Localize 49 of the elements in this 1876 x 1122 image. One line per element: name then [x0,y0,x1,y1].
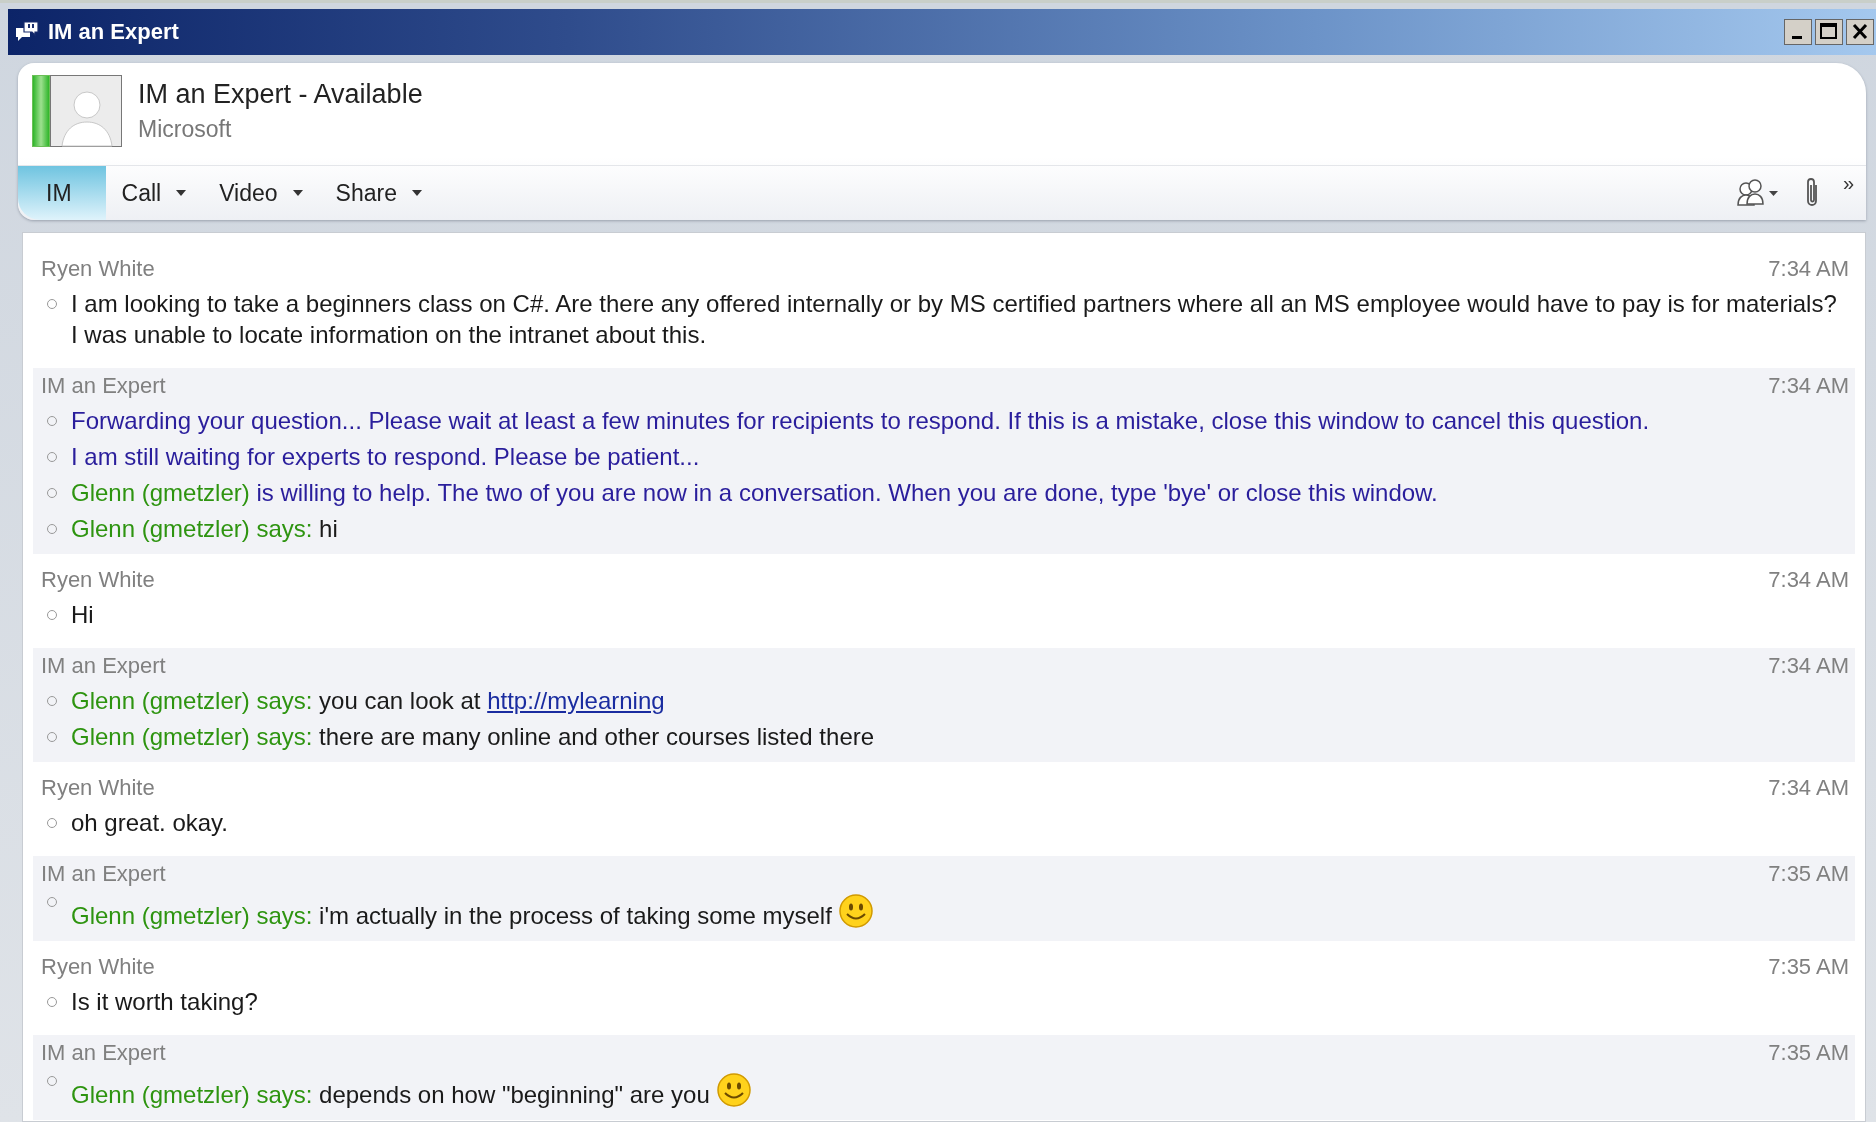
message-text: Glenn (gmetzler) says: there are many online and other courses listed there [71,722,876,752]
sender-name: Ryen White [41,566,155,594]
caret-icon[interactable] [291,189,304,197]
message-text: Forwarding your question... Please wait at least a few minutes for recipients to respond. If this is a mistake, close this window to cancel this question. [71,406,1651,436]
message-time: 7:34 AM [1768,774,1849,802]
contact-name: IM an Expert - Available [138,79,423,110]
close-button[interactable] [1846,19,1874,45]
presence-bar [32,75,50,147]
minimize-button[interactable] [1784,19,1812,45]
message-time: 7:35 AM [1768,1039,1849,1067]
message-time: 7:34 AM [1768,652,1849,680]
maximize-button[interactable] [1815,19,1843,45]
toolbar-tab[interactable]: IM [18,166,106,220]
smiley-icon [837,893,874,929]
message-link[interactable]: http://mylearning [487,687,665,714]
sender-name: IM an Expert [41,860,166,888]
message-text: Hi [71,600,95,630]
caret-icon[interactable] [175,189,188,197]
sender-name: Ryen White [41,255,155,283]
message-text: Glenn (gmetzler) says: depends on how "beginning" are you [71,1080,710,1110]
chat-bubbles-icon [14,20,40,44]
message-text: Glenn (gmetzler) says: hi [71,514,339,544]
contact-company: Microsoft [138,116,233,143]
overflow-button[interactable]: » [1842,172,1854,195]
caret-icon[interactable] [411,189,423,197]
message-text: Glenn (gmetzler) says: i'm actually in the process of taking some myself [71,901,832,931]
message-text: Glenn (gmetzler) says: you can look at http://mylearning [71,686,666,716]
message-text: Is it worth taking? [71,987,259,1017]
message-time: 7:34 AM [1768,372,1849,400]
message-time: 7:34 AM [1768,566,1849,594]
toolbar-tab[interactable]: Video [203,166,320,220]
message-time: 7:35 AM [1768,953,1849,981]
sender-name: IM an Expert [41,1039,166,1067]
people-icon[interactable] [1734,178,1781,208]
sender-name: IM an Expert [41,372,166,400]
message-time: 7:35 AM [1768,860,1849,888]
toolbar-tab[interactable]: Call [105,166,204,220]
sender-name: Ryen White [41,953,155,981]
message-text: Glenn (gmetzler) is willing to help. The two of you are now in a conversation. When you are done, type 'bye' or close this window. [71,478,1439,508]
window-title: IM an Expert [48,19,179,45]
message-text: I am looking to take a beginners class on C#. Are there any offered internally or by MS certified partners where all an MS employee would have to pay is for materials? I was unable to locate information on the intranet about this. [71,289,1838,350]
sender-name: Ryen White [41,774,155,802]
avatar-silhouette-icon [50,75,122,147]
message-text: I am still waiting for experts to respond. Please be patient... [71,442,701,472]
message-time: 7:34 AM [1768,255,1849,283]
smiley-icon [715,1072,752,1108]
toolbar-tab[interactable]: Share [319,166,439,220]
message-text: oh great. okay. [71,808,229,838]
sender-name: IM an Expert [41,652,166,680]
